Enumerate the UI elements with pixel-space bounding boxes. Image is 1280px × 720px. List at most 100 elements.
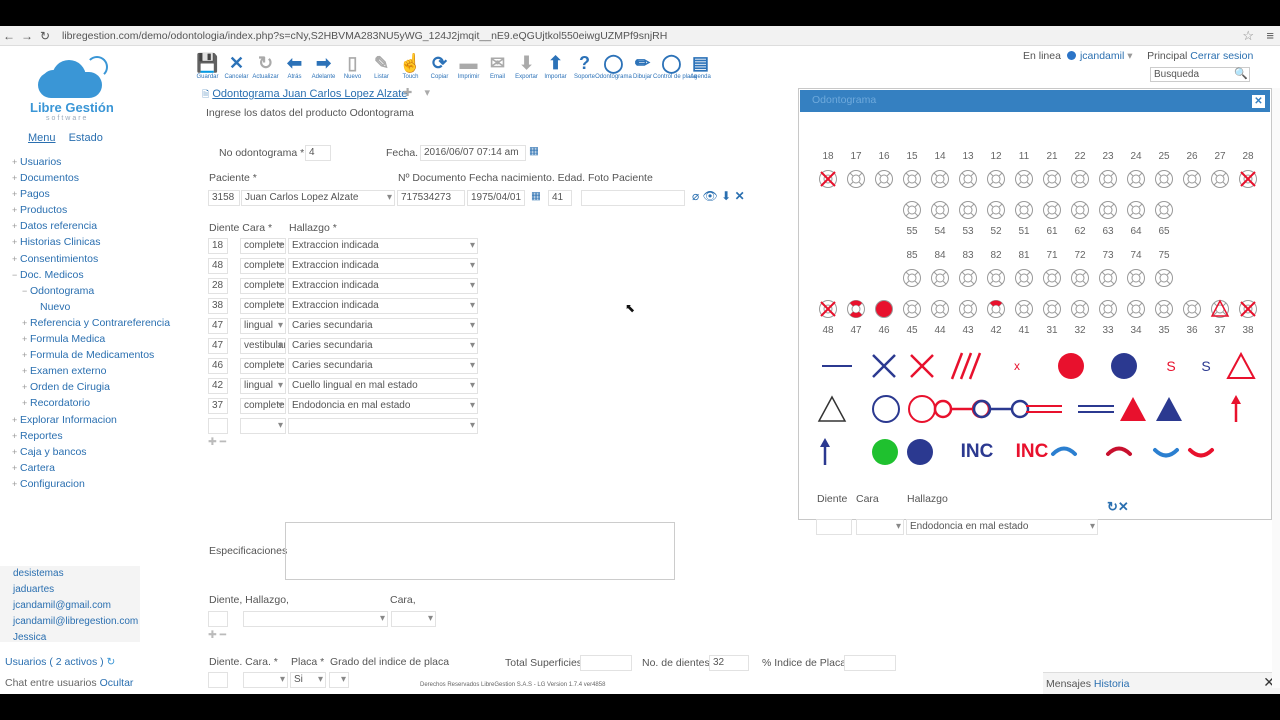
hallazgo-select[interactable]: Extraccion indicada — [288, 238, 478, 254]
cara-select[interactable] — [391, 611, 436, 627]
hallazgo-select[interactable]: Extraccion indicada — [288, 258, 478, 274]
tooth[interactable] — [1098, 169, 1118, 189]
add-tab-icon[interactable]: ✚ ▾ — [403, 86, 430, 99]
diente-field[interactable]: 18 — [208, 238, 228, 254]
user-list-item[interactable]: jcandamil@gmail.com — [0, 598, 140, 614]
hallazgo-select[interactable]: Extraccion indicada — [288, 298, 478, 314]
tooth[interactable] — [958, 268, 978, 288]
attach-icon[interactable]: ⌀ — [692, 189, 699, 203]
sidebar-item[interactable]: + Orden de Cirugia — [12, 379, 197, 395]
paciente-id-field[interactable]: 3158 — [208, 190, 240, 206]
user-list-item[interactable]: desistemas — [0, 566, 140, 582]
finding-symbol[interactable]: S — [1154, 349, 1188, 383]
bookmark-star-icon[interactable]: ☆ — [1242, 28, 1254, 44]
tooth[interactable] — [1014, 169, 1034, 189]
tooth[interactable] — [958, 169, 978, 189]
back-icon[interactable]: ← — [0, 29, 18, 43]
tooth[interactable] — [1126, 268, 1146, 288]
paciente-select[interactable]: Juan Carlos Lopez Alzate — [241, 190, 395, 206]
sidebar-item[interactable]: + Pagos — [12, 186, 197, 202]
tooth[interactable] — [1014, 200, 1034, 220]
tooth[interactable] — [1014, 299, 1034, 319]
user-list-item[interactable]: Jessica — [0, 630, 140, 642]
tooth[interactable] — [930, 299, 950, 319]
search-icon[interactable]: 🔍 — [1234, 67, 1248, 80]
hallazgo-select[interactable]: Extraccion indicada — [288, 278, 478, 294]
tooth[interactable] — [1154, 268, 1174, 288]
tooth[interactable] — [1182, 169, 1202, 189]
clear-icon[interactable]: ✕ — [1118, 499, 1129, 514]
download-icon[interactable]: ⬇ — [721, 189, 731, 203]
foto-field[interactable] — [581, 190, 685, 206]
finding-symbol[interactable] — [1054, 349, 1088, 383]
finding-symbol[interactable] — [1102, 435, 1136, 469]
diente-field[interactable]: 47 — [208, 318, 228, 334]
tooth[interactable] — [1070, 268, 1090, 288]
total-superficies-field[interactable] — [580, 655, 632, 671]
finding-symbol[interactable] — [1184, 435, 1218, 469]
finding-symbol[interactable]: INC — [1004, 435, 1049, 469]
finding-symbol[interactable] — [948, 349, 982, 383]
finding-symbol[interactable] — [869, 392, 903, 426]
diente-field[interactable] — [208, 611, 228, 627]
tooth[interactable] — [1238, 299, 1258, 319]
principal-link[interactable]: Principal — [1147, 50, 1187, 62]
sidebar-item[interactable]: + Referencia y Contrareferencia — [12, 315, 197, 331]
finding-symbol[interactable] — [1116, 392, 1150, 426]
sidebar-item[interactable]: Nuevo — [12, 299, 197, 315]
sidebar-item[interactable]: + Formula de Medicamentos — [12, 347, 197, 363]
finding-symbol[interactable] — [868, 435, 902, 469]
finding-symbol[interactable] — [1026, 392, 1062, 426]
cara-select[interactable]: complete — [240, 398, 286, 414]
tooth[interactable] — [874, 169, 894, 189]
tab-menu[interactable]: Menu — [28, 132, 56, 144]
user-list-item[interactable]: jcandamil@libregestion.com — [0, 614, 140, 630]
nacimiento-field[interactable]: 1975/04/01 — [467, 190, 525, 206]
sidebar-item[interactable]: + Documentos — [12, 170, 197, 186]
sidebar-item[interactable]: + Explorar Informacion — [12, 412, 197, 428]
diente-field[interactable] — [208, 418, 228, 434]
tooth[interactable] — [986, 268, 1006, 288]
diente-field[interactable]: 42 — [208, 378, 228, 394]
calendar-icon[interactable]: ▦ — [531, 190, 541, 202]
close-icon[interactable]: ✕ — [1252, 95, 1265, 108]
diente-field[interactable]: 37 — [208, 398, 228, 414]
url-field[interactable]: libregestion.com/demo/odontologia/index.… — [62, 30, 667, 42]
sidebar-item[interactable]: + Productos — [12, 202, 197, 218]
finding-symbol[interactable] — [1219, 392, 1253, 426]
hide-chat-link[interactable]: Ocultar — [100, 677, 134, 689]
finding-symbol[interactable] — [1078, 392, 1114, 426]
fecha-field[interactable]: 2016/06/07 07:14 am — [420, 145, 526, 161]
sidebar-item[interactable]: + Examen externo — [12, 363, 197, 379]
sidebar-item[interactable]: + Datos referencia — [12, 218, 197, 234]
placa-select[interactable]: Si — [290, 672, 326, 688]
sidebar-item[interactable]: − Doc. Medicos — [12, 267, 197, 283]
sidebar-item[interactable]: + Configuracion — [12, 476, 197, 492]
tooth[interactable] — [902, 299, 922, 319]
tooth[interactable] — [958, 299, 978, 319]
tooth[interactable] — [1210, 169, 1230, 189]
tooth[interactable] — [1042, 268, 1062, 288]
finding-symbol[interactable] — [820, 349, 854, 383]
tooth[interactable] — [1154, 299, 1174, 319]
tooth[interactable] — [902, 200, 922, 220]
sidebar-item[interactable]: + Reportes — [12, 428, 197, 444]
hallazgo-select[interactable]: Endodoncia en mal estado — [906, 519, 1098, 535]
tooth[interactable] — [930, 268, 950, 288]
finding-symbol[interactable] — [808, 435, 842, 469]
hallazgo-select[interactable] — [243, 611, 388, 627]
tooth[interactable] — [930, 169, 950, 189]
finding-symbol[interactable] — [1047, 435, 1081, 469]
finding-symbol[interactable] — [972, 392, 1030, 426]
document-tab[interactable]: 🗎 Odontograma Juan Carlos Lopez Alzate — [202, 87, 407, 103]
calendar-icon[interactable]: ▦ — [529, 145, 539, 157]
finding-symbol[interactable]: INC — [949, 435, 994, 469]
tooth[interactable] — [1238, 169, 1258, 189]
cara-select[interactable] — [240, 418, 286, 434]
finding-symbol[interactable] — [1152, 392, 1186, 426]
tooth[interactable] — [818, 299, 838, 319]
tooth[interactable] — [986, 169, 1006, 189]
sidebar-item[interactable]: + Historias Clinicas — [12, 234, 197, 250]
finding-symbol[interactable] — [1107, 349, 1141, 383]
finding-symbol[interactable]: S — [1189, 349, 1223, 383]
